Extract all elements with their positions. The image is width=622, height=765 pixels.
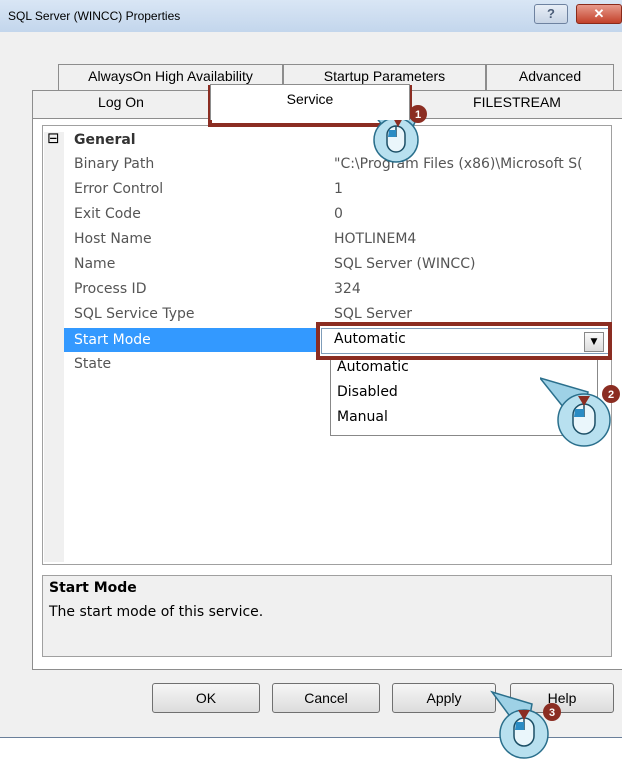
help-title-button[interactable]: ? bbox=[534, 4, 568, 24]
mouse-click-icon: 3 bbox=[490, 690, 561, 759]
property-name: Start Mode bbox=[74, 332, 151, 348]
property-name: State bbox=[74, 356, 112, 372]
property-value: 324 bbox=[334, 281, 361, 297]
property-row-host-name[interactable]: Host Name HOTLINEM4 bbox=[64, 227, 610, 251]
property-row-exit-code[interactable]: Exit Code 0 bbox=[64, 202, 610, 226]
apply-button[interactable]: Apply bbox=[392, 683, 496, 713]
tab-filestream[interactable]: FILESTREAM bbox=[410, 90, 622, 118]
collapse-icon[interactable]: ⊟ bbox=[47, 129, 60, 147]
option-automatic[interactable]: Automatic bbox=[337, 359, 409, 375]
property-name: Name bbox=[74, 256, 116, 272]
option-manual[interactable]: Manual bbox=[337, 409, 388, 425]
property-row-binary-path[interactable]: Binary Path "C:\Program Files (x86)\Micr… bbox=[64, 152, 610, 176]
title-bar[interactable]: SQL Server (WINCC) Properties ? ✕ bbox=[0, 0, 622, 32]
property-name: Exit Code bbox=[74, 206, 141, 222]
step-badge-1: 1 bbox=[415, 109, 421, 121]
tab-log-on[interactable]: Log On bbox=[32, 90, 210, 118]
property-name: SQL Service Type bbox=[74, 306, 195, 322]
property-row-name[interactable]: Name SQL Server (WINCC) bbox=[64, 252, 610, 276]
property-row-process-id[interactable]: Process ID 324 bbox=[64, 277, 610, 301]
cancel-button[interactable]: Cancel bbox=[272, 683, 380, 713]
property-row-error-control[interactable]: Error Control 1 bbox=[64, 177, 610, 201]
property-name: Error Control bbox=[74, 181, 164, 197]
step-badge-2: 2 bbox=[608, 389, 614, 401]
tab-service[interactable]: Service bbox=[210, 84, 410, 120]
properties-dialog: SQL Server (WINCC) Properties ? ✕ Always… bbox=[0, 0, 622, 738]
step-badge-3: 3 bbox=[549, 707, 555, 719]
section-general: General bbox=[74, 132, 136, 148]
mouse-click-icon: 2 bbox=[540, 377, 620, 447]
option-disabled[interactable]: Disabled bbox=[337, 384, 398, 400]
property-value: 1 bbox=[334, 181, 343, 197]
property-name: Process ID bbox=[74, 281, 147, 297]
description-text: The start mode of this service. bbox=[49, 604, 264, 620]
property-value: SQL Server (WINCC) bbox=[334, 256, 476, 272]
tab-advanced[interactable]: Advanced bbox=[486, 64, 614, 90]
property-value: 0 bbox=[334, 206, 343, 222]
close-button[interactable]: ✕ bbox=[576, 4, 622, 24]
description-panel: Start Mode The start mode of this servic… bbox=[42, 575, 612, 657]
property-value: HOTLINEM4 bbox=[334, 231, 417, 247]
grid-gutter bbox=[44, 132, 64, 562]
ok-button[interactable]: OK bbox=[152, 683, 260, 713]
description-title: Start Mode bbox=[49, 580, 137, 596]
start-mode-highlight bbox=[316, 322, 612, 360]
property-name: Host Name bbox=[74, 231, 152, 247]
property-name: Binary Path bbox=[74, 156, 155, 172]
window-title: SQL Server (WINCC) Properties bbox=[8, 9, 181, 23]
